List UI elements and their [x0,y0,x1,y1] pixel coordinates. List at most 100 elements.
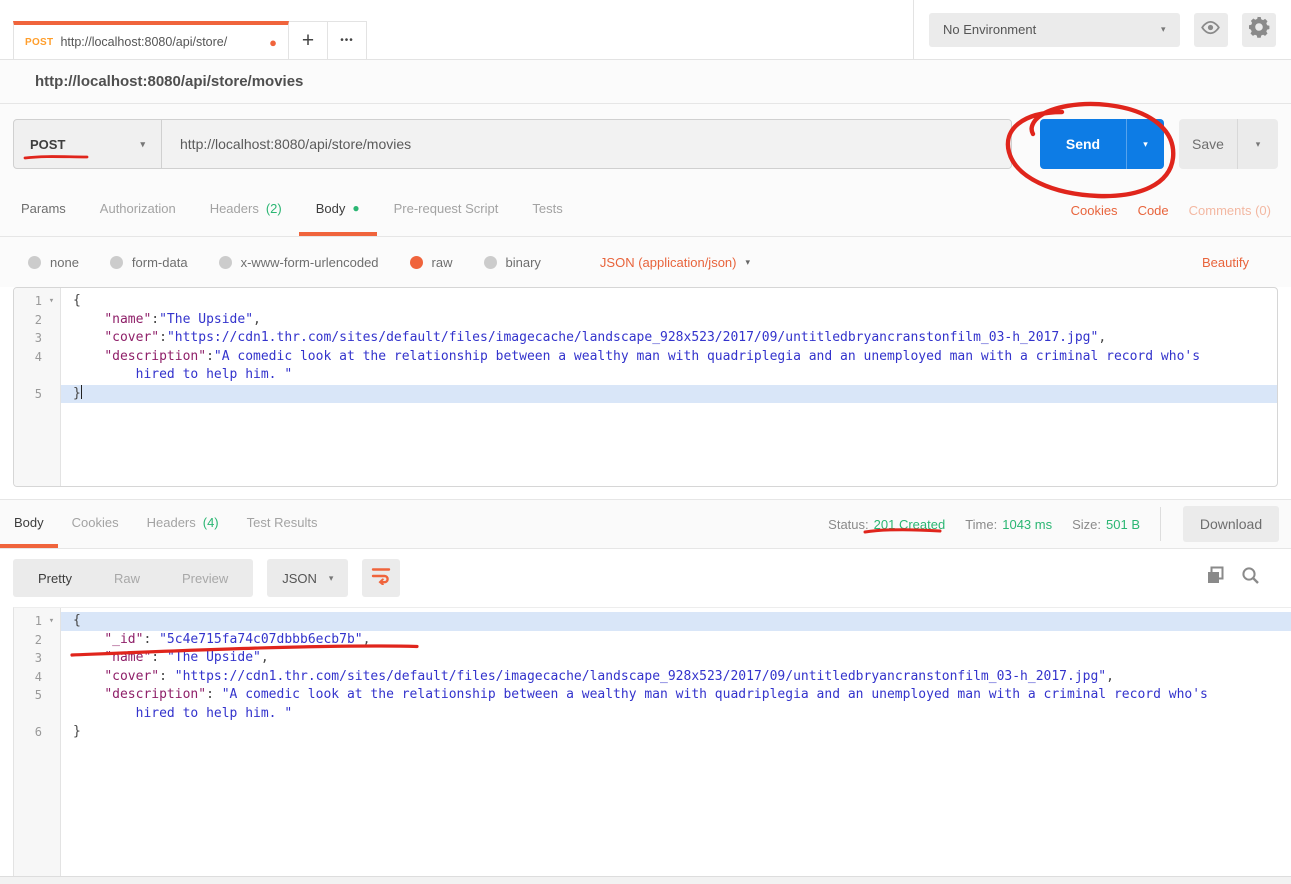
code-line[interactable]: 1▾{ [14,612,1291,631]
copy-response-button[interactable] [1206,566,1225,590]
response-view-switch: Pretty Raw Preview [13,559,253,597]
tab-body-label: Body [316,201,346,216]
body-filled-dot-icon: ● [352,202,359,214]
content-type-dropdown[interactable]: JSON (application/json) ▾ [600,255,750,270]
tab-prerequest-label: Pre-request Script [394,201,499,216]
code-line[interactable]: 2 "name":"The Upside", [14,311,1277,330]
size-pair: Size: 501 B [1072,517,1140,532]
send-button[interactable]: Send [1040,119,1126,169]
fold-gutter [42,385,61,404]
bottom-scrollbar-strip[interactable] [0,876,1291,884]
plus-icon: + [302,29,314,53]
method-label: POST [30,137,65,152]
code-line[interactable]: 4 "cover": "https://cdn1.thr.com/sites/d… [14,668,1291,687]
text-cursor [81,385,83,399]
open-request-tab[interactable]: POST http://localhost:8080/api/store/ ● [13,21,289,59]
code-line[interactable]: 1▾{ [14,292,1277,311]
word-wrap-icon [371,566,391,590]
response-tab-test-results[interactable]: Test Results [233,500,332,548]
mode-urlencoded[interactable]: x-www-form-urlencoded [219,255,379,270]
code-text: "cover": "https://cdn1.thr.com/sites/def… [61,668,1291,687]
status-pair: Status: 201 Created [828,517,945,532]
request-body-editor[interactable]: 1▾{2 "name":"The Upside",3 "cover":"http… [13,287,1278,487]
tab-params-label: Params [21,201,66,216]
eye-icon [1200,20,1221,40]
beautify-link[interactable]: Beautify [1202,255,1263,270]
environment-selector[interactable]: No Environment ▾ [929,13,1180,47]
line-number [14,705,42,724]
send-options-button[interactable]: ▾ [1126,119,1164,169]
comments-link[interactable]: Comments (0) [1189,203,1271,218]
response-tab-headers-label: Headers [147,515,196,530]
tab-tests-label: Tests [532,201,562,216]
copy-icon [1206,572,1225,589]
code-line[interactable]: hired to help him. " [14,366,1277,385]
page-title: http://localhost:8080/api/store/movies [35,73,303,90]
radio-icon [219,256,232,269]
chevron-down-icon: ▾ [329,574,334,583]
response-toolbar: Pretty Raw Preview JSON ▾ [0,549,1291,607]
response-format-dropdown[interactable]: JSON ▾ [267,559,348,597]
save-button[interactable]: Save [1179,119,1237,169]
search-response-button[interactable] [1241,566,1260,590]
code-text: { [61,292,1277,311]
tab-method-badge: POST [25,37,53,48]
view-preview-button[interactable]: Preview [161,571,249,586]
word-wrap-button[interactable] [362,559,400,597]
send-button-group: Send ▾ [1040,119,1164,169]
fold-gutter [42,649,61,668]
response-header: Body Cookies Headers (4) Test Results St… [0,499,1291,549]
method-dropdown[interactable]: POST ▾ [14,120,162,168]
code-line[interactable]: 3 "cover":"https://cdn1.thr.com/sites/de… [14,329,1277,348]
fold-caret-icon[interactable]: ▾ [42,612,61,631]
response-body-editor[interactable]: 1▾{2 "_id": "5c4e715fa74c07dbbb6ecb7b",3… [13,607,1291,876]
tab-options-button[interactable]: ••• [328,21,367,59]
environment-label: No Environment [943,22,1036,37]
fold-gutter [42,631,61,650]
settings-button[interactable] [1242,13,1276,47]
cookies-link[interactable]: Cookies [1071,203,1118,218]
mode-none[interactable]: none [28,255,79,270]
code-line[interactable]: 3 "name": "The Upside", [14,649,1291,668]
code-line[interactable]: 5} [14,385,1277,404]
code-link[interactable]: Code [1138,203,1169,218]
code-text: "name": "The Upside", [61,649,1291,668]
code-line[interactable]: 6} [14,723,1291,742]
chevron-down-icon: ▾ [1256,140,1261,149]
mode-raw[interactable]: raw [410,255,453,270]
view-raw-button[interactable]: Raw [93,571,161,586]
environment-quick-look-button[interactable] [1194,13,1228,47]
code-line[interactable]: 4 "description":"A comedic look at the r… [14,348,1277,367]
response-tab-body[interactable]: Body [0,500,58,548]
tab-params[interactable]: Params [4,184,83,236]
response-tab-headers[interactable]: Headers (4) [133,500,233,548]
unsaved-dot-icon: ● [269,36,277,49]
code-line[interactable]: hired to help him. " [14,705,1291,724]
download-button[interactable]: Download [1183,506,1279,542]
tab-prerequest-script[interactable]: Pre-request Script [377,184,516,236]
new-tab-button[interactable]: + [289,21,328,59]
code-line[interactable]: 5 "description": "A comedic look at the … [14,686,1291,705]
view-pretty-button[interactable]: Pretty [17,571,93,586]
tab-title: http://localhost:8080/api/store/ [60,35,262,49]
content-type-label: JSON (application/json) [600,255,737,270]
mode-binary[interactable]: binary [484,255,541,270]
tab-tests[interactable]: Tests [515,184,579,236]
response-tab-cookies[interactable]: Cookies [58,500,133,548]
save-label: Save [1192,136,1224,152]
request-tabs-links: Cookies Code Comments (0) [1071,184,1287,236]
tab-authorization[interactable]: Authorization [83,184,193,236]
save-options-button[interactable]: ▾ [1237,119,1278,169]
response-tab-cookies-label: Cookies [72,515,119,530]
line-number: 2 [14,631,42,650]
url-input[interactable]: http://localhost:8080/api/store/movies [162,120,1011,168]
size-value: 501 B [1106,517,1140,532]
code-line[interactable]: 2 "_id": "5c4e715fa74c07dbbb6ecb7b", [14,631,1291,650]
fold-gutter [42,668,61,687]
download-label: Download [1200,516,1262,532]
fold-caret-icon[interactable]: ▾ [42,292,61,311]
fold-gutter [42,311,61,330]
tab-body[interactable]: Body ● [299,184,377,236]
mode-form-data[interactable]: form-data [110,255,188,270]
tab-headers[interactable]: Headers (2) [193,184,299,236]
